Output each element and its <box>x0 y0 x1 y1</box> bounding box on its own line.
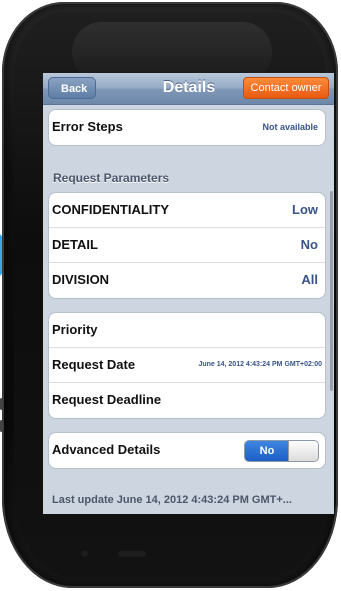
parameter-row-confidentiality[interactable]: CONFIDENTIALITY Low <box>49 193 325 228</box>
request-label: Request Date <box>52 357 136 372</box>
side-button <box>0 398 3 410</box>
request-row-deadline[interactable]: Request Deadline <box>49 383 325 418</box>
parameter-value: All <box>301 272 318 287</box>
request-parameters-group: CONFIDENTIALITY Low DETAIL No DIVISION A… <box>48 192 326 299</box>
request-row-date[interactable]: Request Date June 14, 2012 4:43:24 PM GM… <box>49 348 325 383</box>
navigation-bar: Back Details Contact owner <box>43 73 334 105</box>
parameter-row-division[interactable]: DIVISION All <box>49 263 325 298</box>
back-button[interactable]: Back <box>48 77 97 99</box>
app-screen: Back Details Contact owner Error Steps N… <box>43 73 334 514</box>
error-steps-row[interactable]: Error Steps Not available <box>49 110 325 145</box>
speaker-grille-icon <box>118 551 146 557</box>
request-label: Request Deadline <box>52 392 162 407</box>
request-info-group: Priority Request Date June 14, 2012 4:43… <box>48 312 326 419</box>
parameter-label: DETAIL <box>52 237 98 252</box>
advanced-details-group: Advanced Details No <box>48 432 326 469</box>
parameter-value: No <box>300 237 318 252</box>
toggle-state-label: No <box>245 441 289 461</box>
page-title: Details <box>162 79 216 96</box>
home-sensor-icon <box>80 549 89 558</box>
side-button <box>0 420 3 432</box>
request-parameters-header: Request Parameters <box>53 171 170 185</box>
parameter-value: Low <box>292 202 318 217</box>
error-steps-label: Error Steps <box>52 119 123 134</box>
request-value: June 14, 2012 4:43:24 PM GMT+02:00 <box>198 361 322 368</box>
parameter-label: DIVISION <box>52 272 110 287</box>
parameter-row-detail[interactable]: DETAIL No <box>49 228 325 263</box>
scrollbar[interactable] <box>330 191 333 391</box>
parameter-label: CONFIDENTIALITY <box>52 202 169 217</box>
advanced-details-row: Advanced Details No <box>49 433 325 468</box>
request-label: Priority <box>52 322 98 337</box>
request-row-priority[interactable]: Priority <box>49 313 325 348</box>
advanced-details-label: Advanced Details <box>52 442 161 457</box>
advanced-details-toggle[interactable]: No <box>244 440 319 462</box>
error-steps-value: Not available <box>262 122 318 132</box>
error-steps-group: Error Steps Not available <box>48 109 326 146</box>
toggle-knob[interactable] <box>288 441 318 461</box>
contact-owner-button[interactable]: Contact owner <box>243 77 329 99</box>
last-update-text: Last update June 14, 2012 4:43:24 PM GMT… <box>52 494 292 506</box>
